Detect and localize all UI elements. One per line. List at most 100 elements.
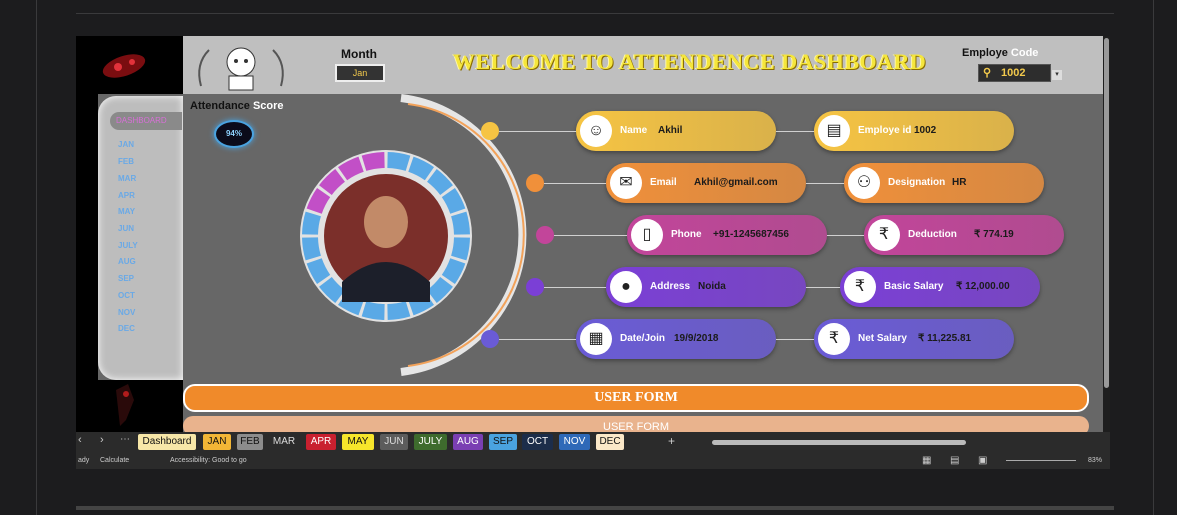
nav-month-feb[interactable]: FEB xyxy=(118,157,134,166)
detail-card: ₹ Net Salary ₹ 11,225.81 xyxy=(814,319,1014,359)
detail-label: Address xyxy=(650,281,691,292)
attendance-ring-segment xyxy=(361,152,385,171)
left-border xyxy=(36,0,37,515)
sheet-tab[interactable]: APR xyxy=(306,434,336,450)
detail-value: Noida xyxy=(698,281,726,292)
employee-code-label: Employe Code xyxy=(962,47,1039,59)
detail-value: ₹ 12,000.00 xyxy=(956,281,1010,292)
attendance-ring-segment xyxy=(306,258,331,285)
connector-dot xyxy=(481,122,499,140)
nav-month-sep[interactable]: SEP xyxy=(118,274,134,283)
connector-line xyxy=(554,235,627,236)
connector-line xyxy=(544,287,606,288)
rupee-icon: ₹ xyxy=(818,323,850,355)
sheet-tab[interactable]: Dashboard xyxy=(138,434,196,450)
character-logo xyxy=(76,380,183,432)
attendance-ring-segment xyxy=(387,301,411,320)
nav-month-may[interactable]: MAY xyxy=(118,207,135,216)
nav-month-oct[interactable]: OCT xyxy=(118,291,135,300)
status-ready: ady xyxy=(78,457,90,464)
detail-card: ⚇ Designation HR xyxy=(844,163,1044,203)
nav-month-july[interactable]: JULY xyxy=(118,241,138,250)
mail-icon: ✉ xyxy=(610,167,642,199)
horizontal-scrollbar[interactable] xyxy=(712,440,966,445)
sheet-tab[interactable]: FEB xyxy=(237,434,263,450)
chevron-down-icon[interactable]: ▾ xyxy=(1052,70,1062,80)
header-bar: Month Jan WELCOME TO ATTENDENCE DASHBOAR… xyxy=(183,36,1110,94)
sheet-tab[interactable]: MAY xyxy=(342,434,374,450)
attendance-ring-segment xyxy=(302,237,321,261)
detail-value: +91-1245687456 xyxy=(713,229,789,240)
nav-month-mar[interactable]: MAR xyxy=(118,174,136,183)
no-rupee-icon: ₹ xyxy=(868,219,900,251)
more-tabs-icon[interactable]: ⋯ xyxy=(120,434,130,445)
sheet-tab[interactable]: DEC xyxy=(596,434,624,450)
sheet-tab[interactable]: OCT xyxy=(522,434,553,450)
normal-view-icon[interactable]: ▦ xyxy=(922,452,931,469)
detail-label: Email xyxy=(650,177,677,188)
user-form-button-2[interactable]: USER FORM xyxy=(183,416,1089,432)
connector-line xyxy=(499,339,576,340)
sidebar-nav: DASHBOARD JAN FEB MAR APR MAY JUN JULY A… xyxy=(98,96,183,380)
status-bar: ady Calculate Accessibility: Good to go … xyxy=(76,452,1110,469)
nav-month-dec[interactable]: DEC xyxy=(118,324,135,333)
attendance-ring-segment xyxy=(306,187,331,214)
calendar-icon: ▦ xyxy=(580,323,612,355)
attendance-ring-segment xyxy=(426,276,453,303)
attendance-ring-segment xyxy=(441,258,466,285)
accessibility-status[interactable]: Accessibility: Good to go xyxy=(170,452,247,469)
detail-value: 1002 xyxy=(914,125,937,136)
attendance-ring-segment xyxy=(451,211,470,235)
detail-value: HR xyxy=(952,177,967,188)
nav-month-nov[interactable]: NOV xyxy=(118,308,135,317)
detail-card: ▯ Phone +91-1245687456 xyxy=(627,215,827,255)
vertical-scrollbar[interactable] xyxy=(1103,36,1110,432)
sheet-tab[interactable]: JULY xyxy=(414,434,447,450)
attendance-ring-segment xyxy=(451,237,470,261)
location-icon: ● xyxy=(610,271,642,303)
tab-next-icon[interactable]: › xyxy=(100,434,104,446)
user-form-button[interactable]: USER FORM xyxy=(183,384,1089,412)
sheet-tab[interactable]: JAN xyxy=(203,434,231,450)
nav-dashboard[interactable]: DASHBOARD xyxy=(110,112,182,130)
connector-line xyxy=(776,339,814,340)
logo-panel xyxy=(76,36,183,94)
attendance-ring-segment xyxy=(319,169,346,196)
month-select[interactable]: Jan xyxy=(335,64,385,82)
detail-label: Employe id xyxy=(858,125,912,136)
attendance-score-badge: 94% xyxy=(214,120,254,148)
right-border xyxy=(1153,0,1154,515)
zoom-level[interactable]: 83% xyxy=(1088,452,1102,469)
cartoon-logo-icon xyxy=(198,47,284,91)
nav-month-aug[interactable]: AUG xyxy=(118,257,136,266)
phone-icon: ▯ xyxy=(631,219,663,251)
detail-value: ₹ 11,225.81 xyxy=(918,333,972,344)
tab-prev-icon[interactable]: ‹ xyxy=(78,434,82,446)
detail-card: ▦ Date/Join 19/9/2018 xyxy=(576,319,776,359)
connector-line xyxy=(499,131,576,132)
nav-month-apr[interactable]: APR xyxy=(118,191,135,200)
top-divider xyxy=(76,13,1114,14)
sheet-tab[interactable]: MAR xyxy=(268,434,300,450)
connector-line xyxy=(544,183,606,184)
detail-card: ▤ Employe id 1002 xyxy=(814,111,1014,151)
sheet-tab[interactable]: JUN xyxy=(380,434,408,450)
page-layout-icon[interactable]: ▤ xyxy=(950,452,959,469)
sheet-tab[interactable]: AUG xyxy=(453,434,483,450)
nav-month-jan[interactable]: JAN xyxy=(118,140,134,149)
detail-label: Basic Salary xyxy=(884,281,944,292)
detail-label: Phone xyxy=(671,229,702,240)
page-break-icon[interactable]: ▣ xyxy=(978,452,987,469)
sheet-tab[interactable]: SEP xyxy=(489,434,517,450)
status-calculate[interactable]: Calculate xyxy=(100,452,129,469)
search-icon: ⚲ xyxy=(983,67,992,79)
attendance-ring-segment xyxy=(387,152,411,171)
sheet-tab[interactable]: NOV xyxy=(559,434,590,450)
employee-code-input[interactable]: ⚲ 1002 xyxy=(978,64,1051,82)
add-sheet-icon[interactable]: + xyxy=(668,434,675,448)
connector-dot xyxy=(526,278,544,296)
zoom-slider[interactable] xyxy=(1006,460,1076,461)
page-title: WELCOME TO ATTENDENCE DASHBOARD xyxy=(453,49,927,74)
connector-dot xyxy=(526,174,544,192)
nav-month-jun[interactable]: JUN xyxy=(118,224,134,233)
